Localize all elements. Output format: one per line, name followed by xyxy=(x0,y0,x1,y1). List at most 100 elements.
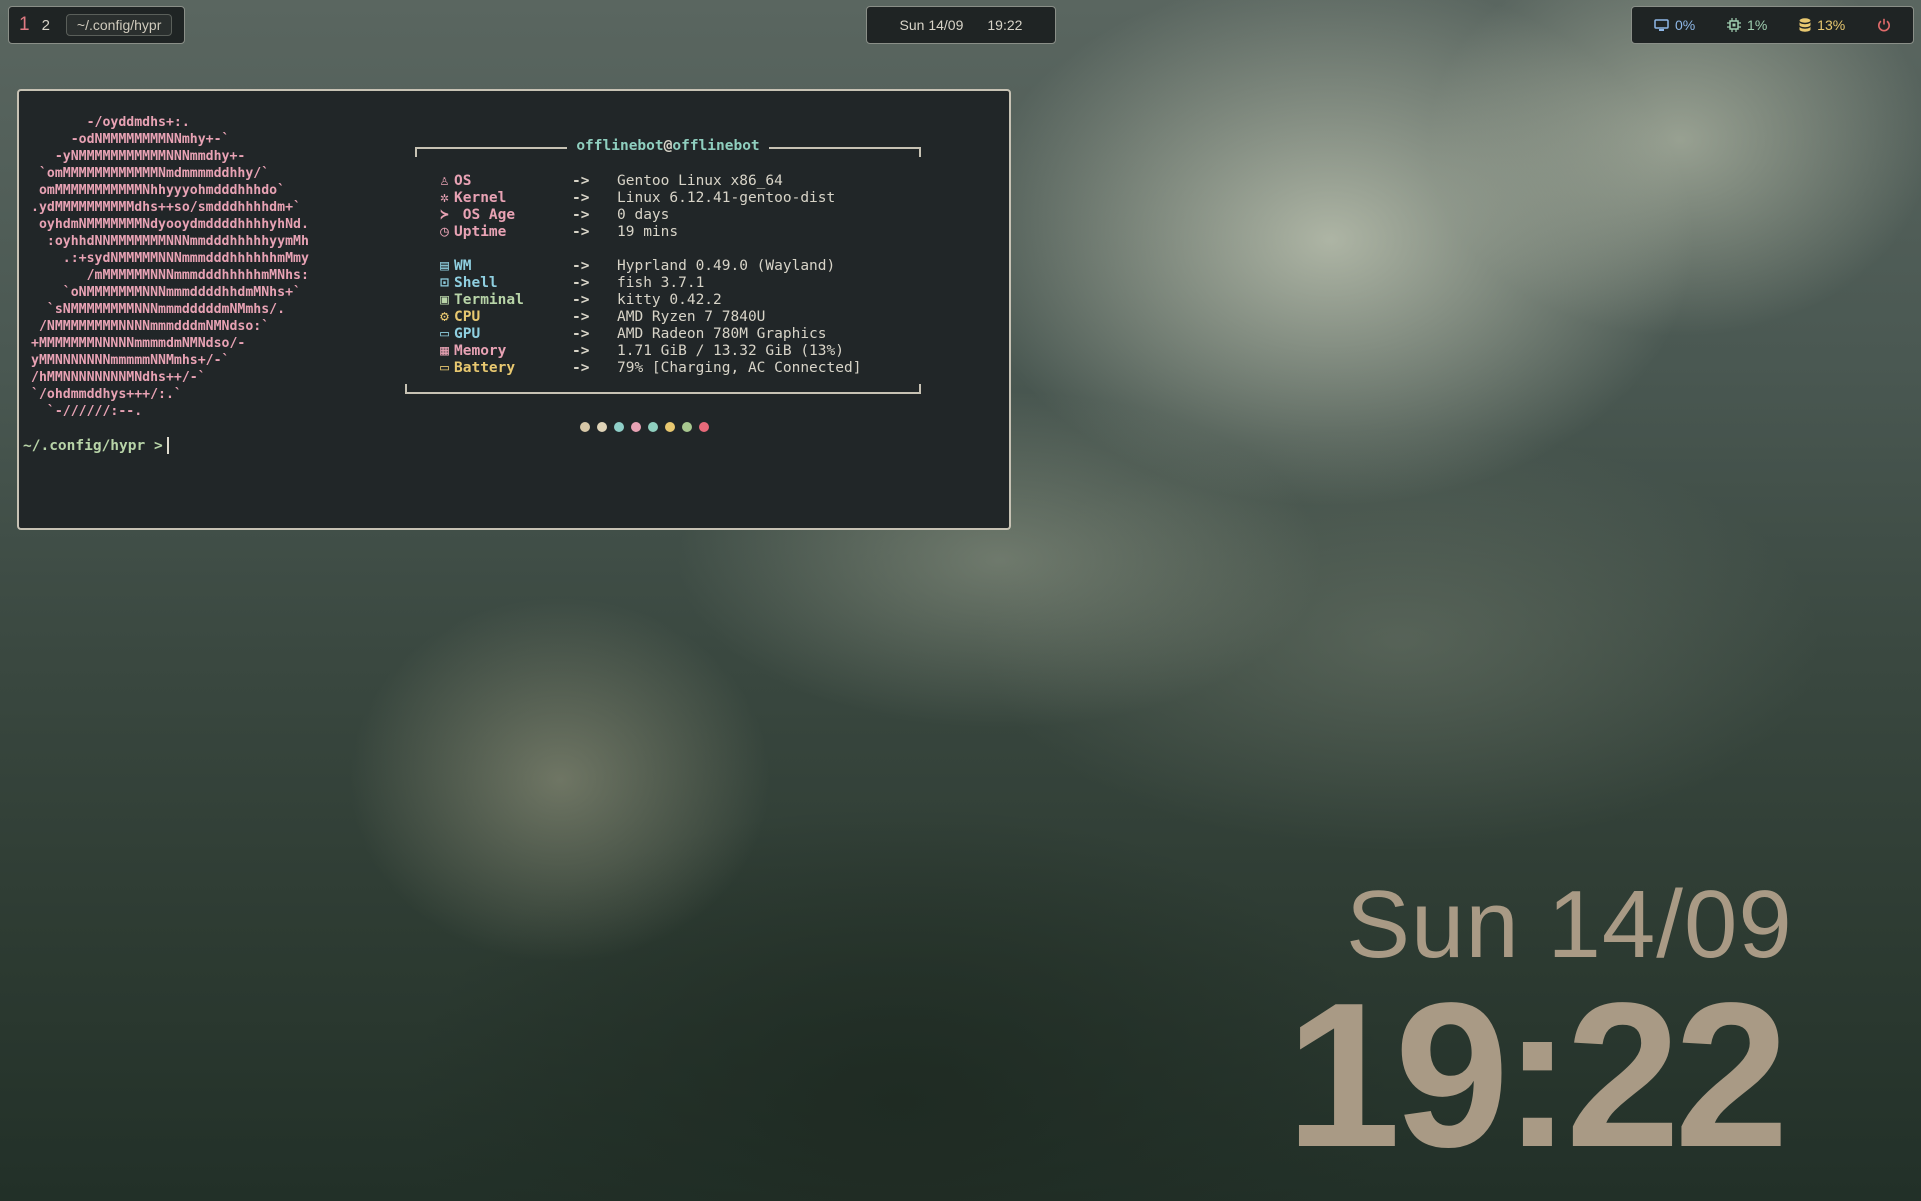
text-cursor xyxy=(166,437,169,454)
workspace-1[interactable]: 1 xyxy=(17,14,32,36)
battery-icon: ▭ xyxy=(440,360,449,376)
box-border-bottom xyxy=(405,384,921,394)
info-value: fish 3.7.1 xyxy=(617,275,705,291)
info-key: GPU xyxy=(454,326,481,342)
user-host-title: offlinebot@offlinebot xyxy=(573,138,763,154)
cpu-stat-value: 1% xyxy=(1747,17,1768,33)
info-row-terminal: ▣ Terminal -> kitty 0.42.2 xyxy=(435,292,861,309)
info-key: Shell xyxy=(454,275,498,291)
database-icon xyxy=(1799,18,1811,32)
desktop-date: Sun 14/09 xyxy=(1346,871,1793,978)
power-button[interactable] xyxy=(1877,18,1891,32)
clock-icon: ◷ xyxy=(440,224,449,240)
ascii-line: oyhdmNMMMMMMMNdyooydmddddhhhhyhNd. xyxy=(31,217,309,232)
fastfetch-info-box: offlinebot@offlinebot ♙ OS -> Gentoo Linux … xyxy=(397,138,921,394)
ascii-line: `sNMMMMMMMMNNNmmmdddddmNMmhs/. xyxy=(31,302,286,317)
memory-icon: ▦ xyxy=(440,343,449,359)
palette-dot xyxy=(597,422,607,432)
color-palette xyxy=(580,422,709,432)
power-icon xyxy=(1878,18,1891,32)
palette-dot xyxy=(665,422,675,432)
linux-icon: ♙ xyxy=(440,173,449,189)
palette-dot xyxy=(682,422,692,432)
prompt-path: ~/.config/hypr > xyxy=(23,437,163,454)
desktop-time: 19:22 xyxy=(1286,960,1789,1190)
gear-icon: ✲ xyxy=(440,190,449,206)
workspace-2[interactable]: 2 xyxy=(40,17,52,34)
box-border-top-right xyxy=(769,147,921,157)
palette-dot xyxy=(648,422,658,432)
info-arrow: -> xyxy=(572,309,590,325)
active-window-title[interactable]: ~/.config/hypr xyxy=(65,14,173,36)
clock-bar[interactable]: Sun 14/09 19:22 xyxy=(866,6,1056,44)
info-key: CPU xyxy=(454,309,481,325)
info-arrow: -> xyxy=(572,224,590,240)
info-arrow: -> xyxy=(572,207,590,223)
shell-icon: ⊡ xyxy=(440,275,449,291)
cpu-icon: ⚙ xyxy=(440,309,449,325)
info-value: Hyprland 0.49.0 (Wayland) xyxy=(617,258,836,274)
info-row-kernel: ✲ Kernel -> Linux 6.12.41-gentoo-dist xyxy=(435,190,861,207)
info-key: OS Age xyxy=(454,207,516,223)
ascii-line: -yNMMMMMMMMMMMNNNmmdhy+- xyxy=(31,149,246,164)
info-row-gpu: ▭ GPU -> AMD Radeon 780M Graphics xyxy=(435,326,861,343)
ascii-line: `omMMMMMMMMMMMMNmdmmmmddhhy/` xyxy=(31,166,270,181)
ascii-line: /NMMMMMMMMNNNNmmmdddmNMNdso:` xyxy=(31,319,270,334)
ascii-line: `oNMMMMMMMNNNmmmddddhhdmMNhs+` xyxy=(31,285,301,300)
info-row-memory: ▦ Memory -> 1.71 GiB / 13.32 GiB (13%) xyxy=(435,343,861,360)
ascii-line: -odNMMMMMMMMNNmhy+-` xyxy=(31,132,230,147)
info-value: Gentoo Linux x86_64 xyxy=(617,173,783,189)
info-arrow: -> xyxy=(572,275,590,291)
info-key: Kernel xyxy=(454,190,507,206)
box-border-top-left xyxy=(415,147,567,157)
ascii-line: `/ohdmmddhys+++/:.` xyxy=(31,387,182,402)
info-value: 79% [Charging, AC Connected] xyxy=(617,360,862,376)
ascii-line: `-//////:--. xyxy=(31,404,143,419)
gpu-icon: ▭ xyxy=(440,326,449,342)
info-key: Uptime xyxy=(454,224,507,240)
info-row-battery: ▭ Battery -> 79% [Charging, AC Connected] xyxy=(435,360,861,377)
info-arrow: -> xyxy=(572,343,590,359)
workspaces-bar: 1 2 ~/.config/hypr xyxy=(8,6,185,44)
info-key: Memory xyxy=(454,343,507,359)
info-arrow: -> xyxy=(572,360,590,376)
bar-date: Sun 14/09 xyxy=(899,17,964,33)
shell-prompt[interactable]: ~/.config/hypr > xyxy=(23,437,169,454)
terminal-window[interactable]: -/oyddmdhs+:. -odNMMMMMMMMNNmhy+-` -yNMM… xyxy=(17,89,1011,530)
ascii-line: .:+sydNMMMMMNNNmmmdddhhhhhhmMmy xyxy=(31,251,309,266)
info-value: kitty 0.42.2 xyxy=(617,292,722,308)
info-arrow: -> xyxy=(572,326,590,342)
info-key: WM xyxy=(454,258,472,274)
palette-dot xyxy=(580,422,590,432)
terminal-prompt-icon: ≻ xyxy=(440,207,449,223)
system-stats-bar: 0% 1% 13% xyxy=(1631,6,1914,44)
info-value: AMD Radeon 780M Graphics xyxy=(617,326,827,342)
display-stat-value: 0% xyxy=(1674,17,1696,33)
cpu-stat[interactable]: 1% xyxy=(1727,17,1767,33)
monitor-icon xyxy=(1654,18,1669,31)
info-value: AMD Ryzen 7 7840U xyxy=(617,309,766,325)
ascii-line: :oyhhdNNMMMMMMMNNNmmdddhhhhhyymMh xyxy=(31,234,309,249)
ascii-line: -/oyddmdhs+:. xyxy=(31,115,190,130)
info-value: 19 mins xyxy=(617,224,679,240)
info-row-os-age: ≻ OS Age -> 0 days xyxy=(435,207,861,224)
info-arrow: -> xyxy=(572,258,590,274)
palette-dot xyxy=(699,422,709,432)
info-value: 0 days xyxy=(617,207,670,223)
palette-dot xyxy=(631,422,641,432)
gentoo-ascii-logo: -/oyddmdhs+:. -odNMMMMMMMMNNmhy+-` -yNMM… xyxy=(31,114,309,420)
ascii-line: omMMMMMMMMMMMNhhyyyohmdddhhhdo` xyxy=(31,183,286,198)
terminal-icon: ▣ xyxy=(440,292,449,308)
ascii-line: /hMMNNNNNNNNMNdhs++/-` xyxy=(31,370,206,385)
info-arrow: -> xyxy=(572,292,590,308)
info-arrow: -> xyxy=(572,190,590,206)
palette-dot xyxy=(614,422,624,432)
memory-stat[interactable]: 13% xyxy=(1799,17,1845,33)
hostname: offlinebot xyxy=(672,138,760,154)
ascii-line: yMMNNNNNNNmmmmmNNMmhs+/-` xyxy=(31,353,230,368)
ascii-line: +MMMMMMMNNNNNmmmmdmNMNdso/- xyxy=(31,336,246,351)
memory-stat-value: 13% xyxy=(1817,17,1846,33)
display-stat[interactable]: 0% xyxy=(1654,17,1695,33)
cpu-icon xyxy=(1727,18,1742,32)
